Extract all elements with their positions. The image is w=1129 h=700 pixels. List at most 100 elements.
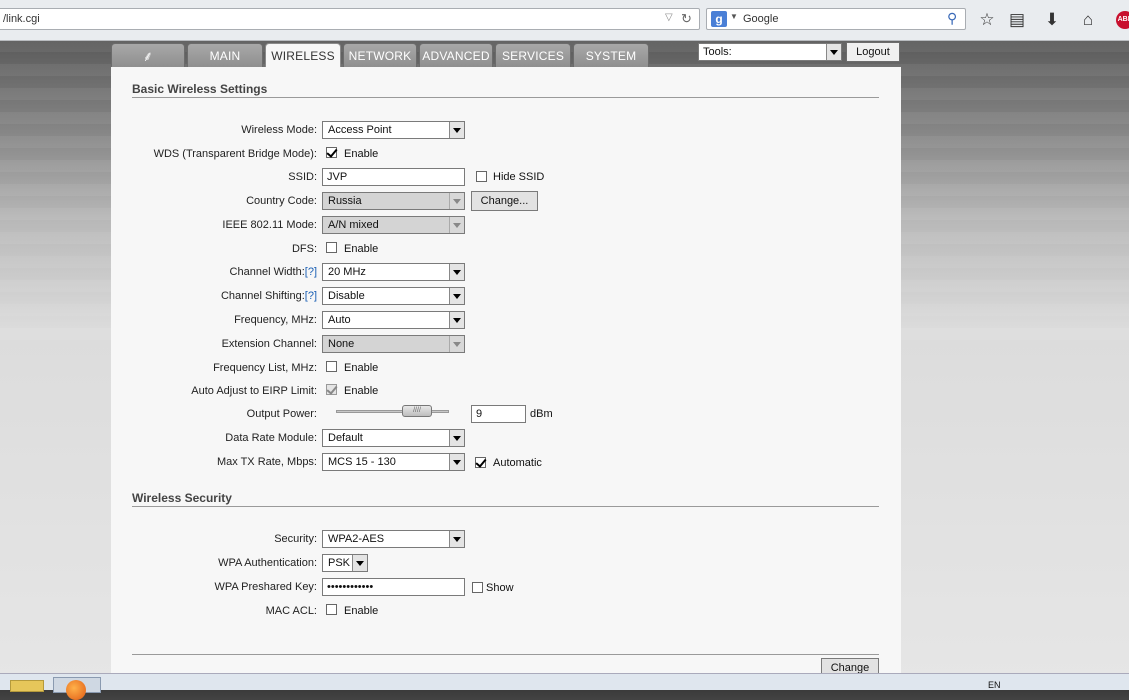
url-bar[interactable]: /link.cgi ▽ ↻: [0, 8, 700, 30]
wpa-auth-label: WPA Authentication:: [218, 557, 317, 569]
ieee-mode-select: A/N mixed: [322, 216, 465, 234]
data-rate-select[interactable]: Default: [322, 429, 465, 447]
chevron-down-icon[interactable]: [826, 44, 841, 60]
folder-icon[interactable]: [10, 680, 44, 692]
data-rate-label: Data Rate Module:: [225, 432, 317, 444]
max-tx-value: MCS 15 - 130: [328, 456, 396, 468]
channel-shifting-help-link[interactable]: [?]: [305, 290, 317, 302]
output-power-input[interactable]: 9: [471, 405, 526, 423]
output-power-slider-handle[interactable]: ////: [402, 405, 432, 417]
chevron-down-icon[interactable]: [449, 454, 464, 470]
wpa-auth-value: PSK: [328, 557, 351, 569]
change-button[interactable]: Change: [821, 658, 879, 674]
channel-width-value: 20 MHz: [328, 266, 366, 278]
extension-channel-select: None: [322, 335, 465, 353]
wpa-auth-select[interactable]: PSK: [322, 554, 368, 572]
security-label: Security:: [274, 533, 317, 545]
max-tx-select[interactable]: MCS 15 - 130: [322, 453, 465, 471]
channel-width-select[interactable]: 20 MHz: [322, 263, 465, 281]
show-key-label: Show: [486, 582, 514, 594]
mac-acl-checkbox[interactable]: [326, 604, 337, 615]
hide-ssid-label: Hide SSID: [493, 171, 545, 183]
reload-icon[interactable]: ↻: [681, 11, 695, 27]
basic-settings-title: Basic Wireless Settings: [132, 82, 268, 96]
security-select[interactable]: WPA2-AES: [322, 530, 465, 548]
data-rate-value: Default: [328, 432, 363, 444]
chevron-down-icon[interactable]: [449, 531, 464, 547]
adblock-icon[interactable]: ABP: [1116, 11, 1129, 29]
dfs-checkbox[interactable]: [326, 242, 337, 253]
home-icon[interactable]: ⌂: [1078, 10, 1098, 30]
download-icon[interactable]: ⬇: [1042, 10, 1062, 30]
show-key-checkbox[interactable]: [472, 582, 483, 593]
chevron-down-icon: [449, 336, 464, 352]
dfs-label: DFS:: [291, 243, 317, 255]
wds-label: WDS (Transparent Bridge Mode):: [153, 148, 317, 160]
extension-channel-label: Extension Channel:: [221, 338, 317, 350]
chevron-down-icon: [449, 217, 464, 233]
channel-shifting-label: Channel Shifting:[?]: [117, 290, 317, 302]
channel-shifting-select[interactable]: Disable: [322, 287, 465, 305]
channel-width-help-link[interactable]: [?]: [305, 266, 317, 278]
logout-button[interactable]: Logout: [846, 42, 900, 62]
chevron-down-icon[interactable]: [449, 288, 464, 304]
change-country-button[interactable]: Change...: [471, 191, 538, 211]
country-code-value: Russia: [328, 195, 362, 207]
hide-ssid-checkbox[interactable]: [476, 171, 487, 182]
ieee-mode-value: A/N mixed: [328, 219, 379, 231]
tab-logo[interactable]: ⸙: [111, 43, 185, 67]
auto-adjust-checkbox: [326, 384, 337, 395]
search-icon[interactable]: ⚲: [947, 10, 957, 27]
ssid-input[interactable]: JVP: [322, 168, 465, 186]
tab-system[interactable]: SYSTEM: [573, 43, 649, 67]
tab-services[interactable]: SERVICES: [495, 43, 571, 67]
max-tx-label: Max TX Rate, Mbps:: [216, 456, 317, 468]
ssid-label: SSID:: [288, 171, 317, 183]
channel-width-label: Channel Width:[?]: [117, 266, 317, 278]
channel-shifting-value: Disable: [328, 290, 365, 302]
url-dropdown-icon[interactable]: ▽: [665, 12, 677, 26]
section-divider: [132, 97, 879, 98]
search-box[interactable]: g ▼ Google ⚲: [706, 8, 966, 30]
wds-option: Enable: [344, 148, 379, 160]
country-code-label: Country Code:: [246, 195, 317, 207]
wpa-key-input[interactable]: ••••••••••••: [322, 578, 465, 596]
browser-toolbar: /link.cgi ▽ ↻ g ▼ Google ⚲ ☆ ▤ ⬇ ⌂ ABP: [0, 0, 1129, 41]
section-divider: [132, 654, 879, 655]
search-placeholder: Google: [743, 13, 779, 25]
tab-main[interactable]: MAIN: [187, 43, 263, 67]
chevron-down-icon[interactable]: [352, 555, 367, 571]
bookmark-star-icon[interactable]: ☆: [977, 10, 997, 30]
firefox-taskbar-button[interactable]: [53, 677, 101, 700]
frequency-select[interactable]: Auto: [322, 311, 465, 329]
output-power-unit: dBm: [530, 408, 553, 420]
tab-network[interactable]: NETWORK: [343, 43, 417, 67]
extension-channel-value: None: [328, 338, 355, 350]
output-power-slider-track[interactable]: [336, 410, 449, 413]
chevron-down-icon[interactable]: [449, 122, 464, 138]
wireless-mode-select[interactable]: Access Point: [322, 121, 465, 139]
wpa-key-label: WPA Preshared Key:: [214, 581, 317, 593]
chevron-down-icon[interactable]: [449, 430, 464, 446]
g-icon[interactable]: g: [711, 11, 727, 27]
frequency-list-label: Frequency List, MHz:: [213, 362, 317, 374]
chevron-down-icon[interactable]: [449, 312, 464, 328]
chevron-down-icon: [449, 193, 464, 209]
tools-select[interactable]: Tools:: [698, 43, 842, 61]
auto-adjust-label: Auto Adjust to EIRP Limit:: [191, 385, 317, 397]
tab-wireless[interactable]: WIRELESS: [265, 43, 341, 67]
tab-advanced[interactable]: ADVANCED: [419, 43, 493, 67]
section-divider: [132, 506, 879, 507]
chevron-down-icon[interactable]: [449, 264, 464, 280]
frequency-label: Frequency, MHz:: [234, 314, 317, 326]
max-tx-automatic-checkbox[interactable]: [475, 457, 486, 468]
security-value: WPA2-AES: [328, 533, 385, 545]
engine-caret-icon[interactable]: ▼: [730, 12, 738, 21]
wds-checkbox[interactable]: [326, 147, 337, 158]
frequency-list-checkbox[interactable]: [326, 361, 337, 372]
bookmarks-list-icon[interactable]: ▤: [1007, 10, 1027, 30]
channel-width-label-text: Channel Width:: [229, 266, 305, 278]
mac-acl-option: Enable: [344, 605, 379, 617]
output-power-label: Output Power:: [246, 408, 317, 420]
ubnt-logo-icon: ⸙: [142, 48, 154, 64]
